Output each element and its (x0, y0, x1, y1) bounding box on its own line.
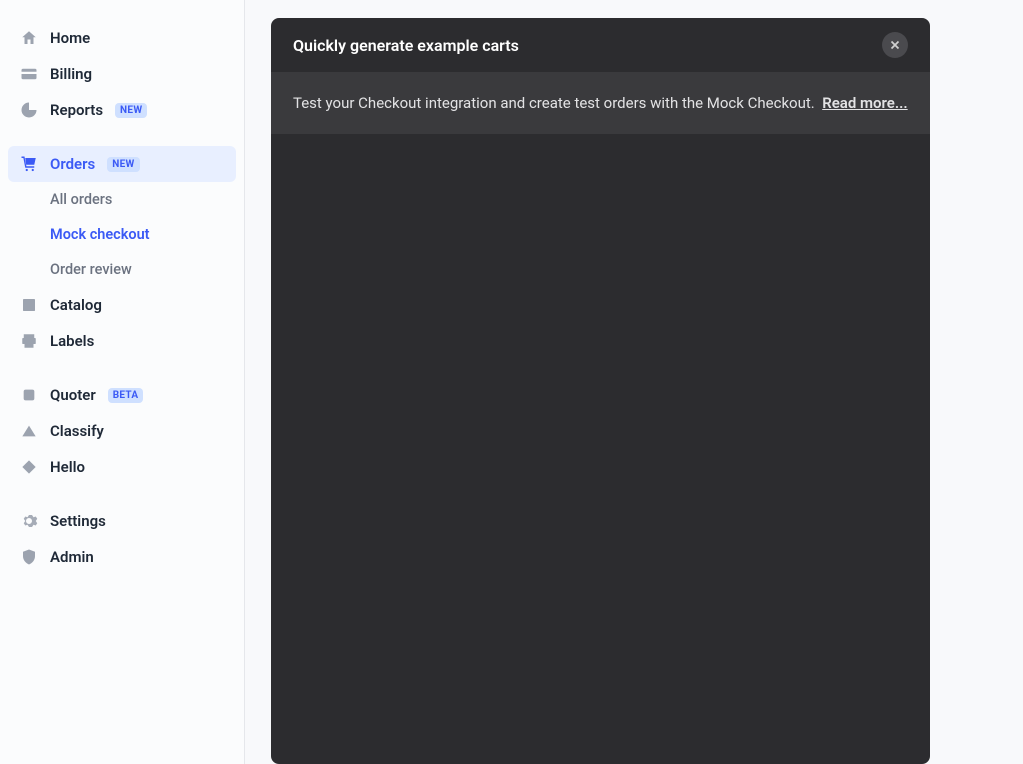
square-icon (20, 386, 38, 404)
nav-label: Catalog (50, 296, 102, 314)
read-more-link[interactable]: Read more... (822, 94, 907, 112)
nav-reports[interactable]: Reports NEW (8, 92, 236, 128)
nav-label: Labels (50, 332, 94, 350)
banner-text: Test your Checkout integration and creat… (293, 94, 815, 112)
nav-label: Home (50, 29, 90, 47)
nav-label: Billing (50, 65, 92, 83)
nav-label: Settings (50, 512, 106, 530)
card-icon (20, 65, 38, 83)
nav-label: Admin (50, 548, 94, 566)
nav-all-orders[interactable]: All orders (8, 182, 236, 217)
nav-settings[interactable]: Settings (8, 503, 236, 539)
close-icon[interactable] (882, 32, 908, 58)
nav-label: Classify (50, 422, 104, 440)
home-icon (20, 29, 38, 47)
info-banner: Quickly generate example carts Test your… (271, 18, 930, 764)
new-badge: NEW (115, 103, 147, 118)
nav-catalog[interactable]: Catalog (8, 287, 236, 323)
nav-home[interactable]: Home (8, 20, 236, 56)
nav-quoter[interactable]: Quoter BETA (8, 377, 236, 413)
nav-label: Hello (50, 458, 85, 476)
print-icon (20, 332, 38, 350)
cart-icon (20, 155, 38, 173)
banner-title: Quickly generate example carts (293, 36, 519, 55)
nav-hello[interactable]: Hello (8, 449, 236, 485)
diamond-icon (20, 458, 38, 476)
triangle-icon (20, 422, 38, 440)
gear-icon (20, 512, 38, 530)
nav-label: Orders (50, 155, 95, 173)
pie-icon (20, 101, 38, 119)
banner-body: Test your Checkout integration and creat… (271, 72, 930, 134)
sidebar: Home Billing Reports NEW Orders NEW All … (0, 0, 245, 764)
new-badge: NEW (107, 157, 139, 172)
nav-orders[interactable]: Orders NEW (8, 146, 236, 182)
nav-admin[interactable]: Admin (8, 539, 236, 575)
nav-mock-checkout[interactable]: Mock checkout (8, 217, 236, 252)
beta-badge: BETA (108, 388, 144, 403)
nav-order-review[interactable]: Order review (8, 252, 236, 287)
nav-label: Reports (50, 101, 103, 119)
shield-icon (20, 548, 38, 566)
nav-label: Quoter (50, 386, 96, 404)
nav-labels[interactable]: Labels (8, 323, 236, 359)
nav-billing[interactable]: Billing (8, 56, 236, 92)
box-icon (20, 296, 38, 314)
nav-classify[interactable]: Classify (8, 413, 236, 449)
